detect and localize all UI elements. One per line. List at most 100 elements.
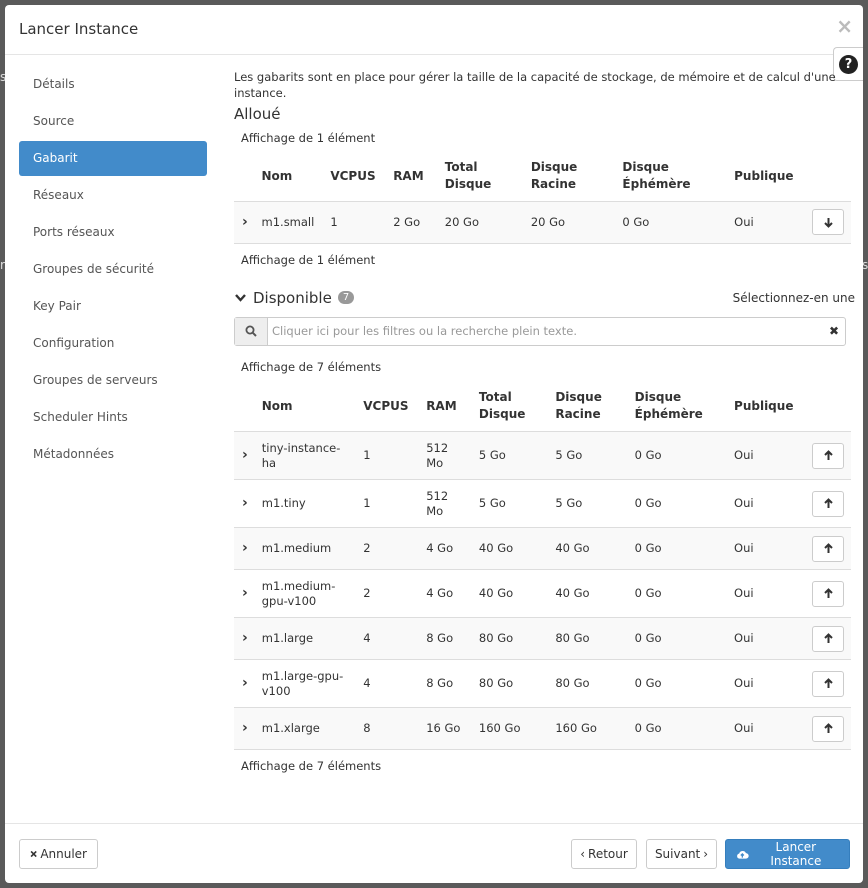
clear-search-icon[interactable]: ✖ [823,324,845,338]
allocate-button[interactable] [812,535,844,562]
arrow-up-icon [823,678,833,688]
launch-instance-button[interactable]: Lancer Instance [725,839,850,869]
arrow-down-icon [823,217,833,228]
deallocate-button[interactable] [812,209,844,235]
back-label: Retour [588,847,628,861]
chevron-right-icon[interactable]: › [234,618,254,660]
select-one-hint: Sélectionnez-en une [732,290,855,305]
cell-total-disk: 80 Go [478,676,514,690]
cell-action [804,708,851,750]
sidebar-item-network-ports[interactable]: Ports réseaux [19,215,207,250]
sidebar-item-server-groups[interactable]: Groupes de serveurs [19,363,207,398]
cell-action [804,660,851,708]
cell-public: Oui [734,586,754,600]
cell-ephemeral-disk: 0 Go [622,214,650,229]
actions-header [804,382,851,432]
cell-total-disk: 40 Go [478,541,514,555]
sidebar-item-details[interactable]: Détails [19,67,207,102]
chevron-right-icon[interactable]: › [234,708,254,750]
col-root-disk: Disque Racine [530,160,578,192]
col-name: Nom [261,398,293,413]
table-row: › m1.xlarge 8 16 Go 160 Go 160 Go 0 Go Oui [234,707,851,750]
arrow-up-icon [823,633,833,643]
cell-total-disk: 20 Go [444,214,480,229]
cell-vcpus: 1 [363,496,371,510]
allocate-button[interactable] [812,490,844,517]
cell-ephemeral-disk: 0 Go [634,676,662,690]
search-addon [235,317,268,345]
cell-ephemeral-disk: 0 Go [634,496,662,510]
cell-total-disk: 80 Go [478,631,514,645]
chevron-right-icon[interactable]: › [234,432,254,480]
arrow-up-icon [823,723,833,733]
cancel-label: Annuler [40,847,87,861]
allocated-table: Nom VCPUS RAM Total Disque Disque Racine… [234,152,851,244]
sidebar-item-configuration[interactable]: Configuration [19,326,207,361]
flavor-panel: Les gabarits sont en place pour gérer la… [234,69,855,773]
allocate-button[interactable] [812,442,844,469]
col-public: Publique [734,168,794,183]
actions-header [804,152,851,201]
cell-ephemeral-disk: 0 Go [634,448,662,462]
cell-total-disk: 5 Go [478,496,506,510]
table-row: › m1.medium-gpu-v100 2 4 Go 40 Go 40 Go 0 Go Ou… [234,569,851,618]
allocate-button[interactable] [812,670,844,697]
cell-name: m1.xlarge [261,721,320,735]
allocated-title: Alloué [234,105,281,123]
cell-ephemeral-disk: 0 Go [634,541,662,555]
chevron-right-icon[interactable]: › [234,660,254,708]
allocated-count-bottom: Affichage de 1 élément [241,252,376,267]
sidebar-item-key-pair[interactable]: Key Pair [19,289,207,324]
sidebar-item-scheduler-hints[interactable]: Scheduler Hints [19,400,207,435]
cell-vcpus: 1 [363,448,371,462]
search-input[interactable] [268,324,823,338]
sidebar-item-source[interactable]: Source [19,104,207,139]
chevron-left-icon: ‹ [580,847,586,861]
available-toggle[interactable]: Disponible 7 [234,289,355,307]
arrow-up-icon [823,588,833,598]
times-icon [30,850,37,858]
sidebar-item-metadata[interactable]: Métadonnées [19,437,207,472]
cell-root-disk: 20 Go [530,214,566,229]
cell-root-disk: 80 Go [555,676,590,690]
table-row: › m1.large 4 8 Go 80 Go 80 Go 0 Go Oui [234,617,851,660]
cell-total-disk: 5 Go [478,448,506,462]
next-button[interactable]: Suivant › [646,839,717,869]
chevron-right-icon[interactable]: › [234,528,254,570]
modal-footer: Annuler ‹ Retour Suivant › Lancer Instan… [5,823,863,883]
chevron-right-icon: › [703,847,709,861]
chevron-down-icon [235,294,246,302]
chevron-right-icon[interactable]: › [234,480,254,528]
col-ephemeral-disk: Disque Éphémère [622,160,691,192]
cell-action [804,528,851,570]
cell-public: Oui [734,496,754,510]
cell-name: m1.large [261,631,314,645]
allocate-button[interactable] [812,580,844,607]
cell-public: Oui [734,721,754,735]
allocate-button[interactable] [812,715,844,742]
cell-ram: 8 Go [426,631,454,645]
sidebar-item-security-groups[interactable]: Groupes de sécurité [19,252,207,287]
search-icon [245,325,257,337]
arrow-up-icon [823,543,833,553]
close-icon[interactable]: × [836,16,853,36]
cell-total-disk: 160 Go [478,721,521,735]
sidebar-item-flavor[interactable]: Gabarit [19,141,207,176]
back-button[interactable]: ‹ Retour [571,839,637,869]
col-ephemeral-disk: Disque Éphémère [634,390,703,422]
allocate-button[interactable] [812,625,844,652]
available-table: Nom VCPUS RAM Total Disque Disque Racine… [234,382,851,751]
chevron-right-icon[interactable]: › [234,201,254,243]
col-name: Nom [261,168,293,183]
cell-ram: 4 Go [426,541,454,555]
col-total-disk: Total Disque [444,160,492,192]
table-row: › tiny-instance-ha 1 512 Mo 5 Go 5 Go 0 Go Oui [234,431,851,480]
sidebar-item-networks[interactable]: Réseaux [19,178,207,213]
cell-ephemeral-disk: 0 Go [634,631,662,645]
cell-vcpus: 4 [363,676,371,690]
cancel-button[interactable]: Annuler [19,839,98,869]
chevron-right-icon[interactable]: › [234,570,254,618]
col-total-disk: Total Disque [478,390,526,422]
wizard-sidebar: Détails Source Gabarit Réseaux Ports rés… [19,67,207,474]
cell-root-disk: 40 Go [555,586,590,600]
